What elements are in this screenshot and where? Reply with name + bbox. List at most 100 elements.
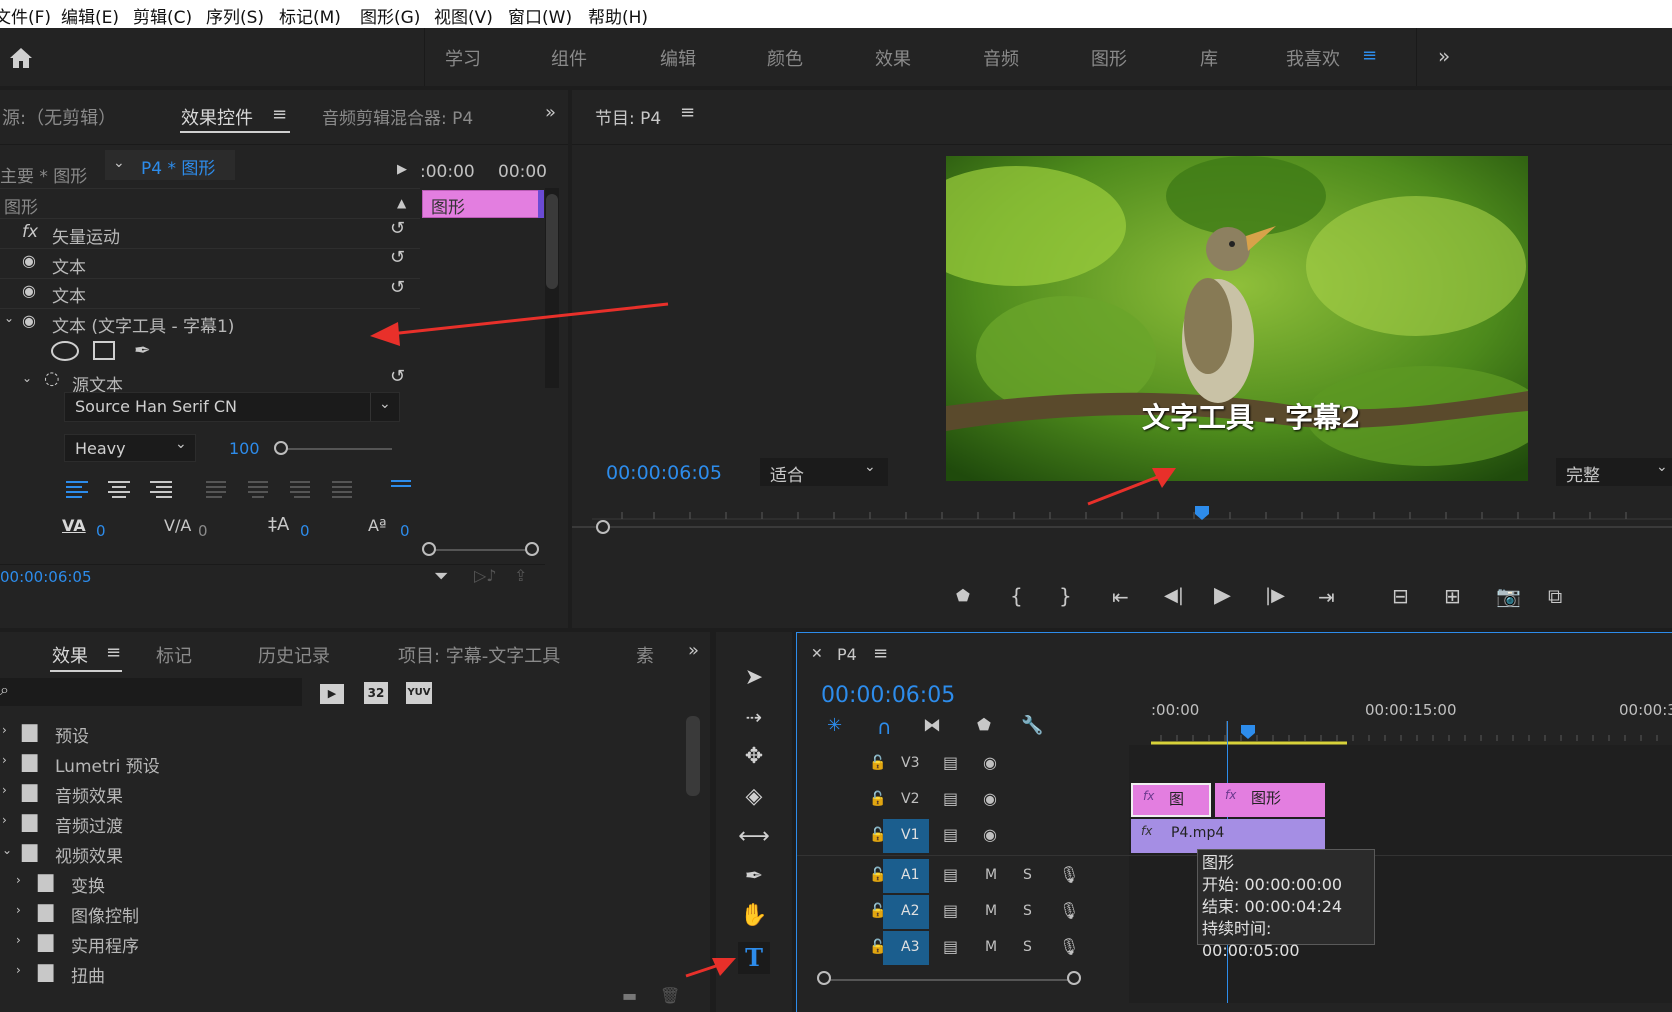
timeline-title[interactable]: P4: [837, 645, 857, 664]
accelerated-effects-icon[interactable]: ▶: [320, 684, 344, 704]
clip-bar[interactable]: 图形: [422, 190, 544, 218]
magnet-icon[interactable]: ∩: [877, 717, 892, 737]
timeline-zoom-right[interactable]: [1067, 971, 1081, 985]
program-timecode[interactable]: 00:00:06:05: [606, 462, 722, 484]
go-to-out-icon[interactable]: ⇥: [1318, 587, 1335, 607]
trash-icon[interactable]: 🗑: [660, 988, 680, 1004]
step-forward-icon[interactable]: |▶: [1265, 587, 1285, 605]
menu-edit[interactable]: 编辑(E): [61, 3, 119, 28]
solo-icon[interactable]: S: [1023, 867, 1032, 883]
play-triangle-icon[interactable]: ▶: [397, 163, 407, 176]
tree-item-transform[interactable]: › ▆ 变换: [0, 868, 680, 898]
row-text-1[interactable]: 文本: [52, 253, 86, 278]
fit-dropdown[interactable]: 适合 ⌄: [760, 458, 888, 486]
ws-tab-editing[interactable]: 编辑: [660, 45, 696, 71]
mute-icon[interactable]: M: [985, 903, 997, 919]
leading-value[interactable]: 0: [300, 522, 310, 540]
filter-icon[interactable]: ⏷: [434, 568, 448, 586]
font-size-slider[interactable]: [274, 441, 288, 455]
mute-icon[interactable]: M: [985, 867, 997, 883]
tab-markers[interactable]: 标记: [156, 642, 192, 668]
chevron-down-icon[interactable]: ⌄: [4, 312, 14, 324]
pen-mask-icon[interactable]: ✒: [134, 340, 151, 360]
stopwatch-icon[interactable]: ◌: [44, 370, 60, 388]
step-back-icon[interactable]: ◀|: [1164, 587, 1184, 605]
hand-tool-icon[interactable]: ✋: [738, 900, 770, 932]
reset-icon[interactable]: ↺: [390, 368, 405, 386]
tracking-value[interactable]: 0: [198, 522, 208, 540]
chevron-down-icon[interactable]: ⌄: [22, 372, 32, 384]
go-to-in-icon[interactable]: ⇤: [1112, 587, 1129, 607]
export-icon[interactable]: ⇪: [514, 568, 527, 584]
camera-icon[interactable]: 📷: [1496, 586, 1521, 606]
solo-icon[interactable]: S: [1023, 939, 1032, 955]
effect-controls-timecode[interactable]: 00:00:06:05: [0, 568, 92, 586]
play-audio-icon[interactable]: ▷♪: [474, 568, 497, 584]
mark-out-icon[interactable]: }: [1059, 586, 1072, 606]
linked-selection-icon[interactable]: ⧓: [923, 717, 941, 735]
slip-tool-icon[interactable]: ⟷: [738, 821, 770, 853]
rectangle-mask-icon[interactable]: [92, 340, 116, 362]
tree-item-lumetri-presets[interactable]: › ▆ Lumetri 预设: [0, 748, 680, 778]
tab-history[interactable]: 历史记录: [258, 642, 330, 668]
ripple-edit-tool-icon[interactable]: ✥: [738, 741, 770, 773]
tab-more[interactable]: 素: [636, 642, 654, 668]
row-vector-motion[interactable]: 矢量运动: [52, 223, 120, 248]
chevrons-right-icon[interactable]: »: [545, 104, 556, 122]
kerning-value[interactable]: 0: [96, 522, 106, 540]
add-marker-icon[interactable]: ⬟: [956, 588, 970, 604]
mark-in-icon[interactable]: {: [1010, 586, 1023, 606]
selection-tool-icon[interactable]: ➤: [738, 662, 770, 694]
ws-tab-effects[interactable]: 效果: [875, 45, 911, 71]
ws-tab-color[interactable]: 颜色: [767, 45, 803, 71]
wrench-icon[interactable]: 🔧: [1021, 717, 1043, 735]
microphone-icon[interactable]: 🎙: [1059, 937, 1079, 956]
zoom-handle-right[interactable]: [525, 542, 539, 556]
eye-icon[interactable]: ◉: [22, 253, 36, 269]
extract-icon[interactable]: ⊞: [1444, 586, 1461, 606]
close-icon[interactable]: ✕: [811, 647, 823, 661]
film-icon[interactable]: ▤: [943, 789, 958, 808]
chevrons-right-icon[interactable]: »: [688, 642, 699, 660]
tree-item-audio-transitions[interactable]: › ▆ 音频过渡: [0, 808, 680, 838]
eye-icon[interactable]: ◉: [983, 753, 997, 772]
yuv-effects-icon[interactable]: YUV: [406, 682, 432, 704]
clip-v2-graphic-1[interactable]: fx 图: [1131, 783, 1211, 817]
lift-icon[interactable]: ⊟: [1392, 586, 1409, 606]
track-label[interactable]: V2: [901, 791, 919, 807]
font-weight-dropdown[interactable]: Heavy ⌄: [64, 434, 196, 462]
menu-window[interactable]: 窗口(W): [508, 3, 572, 28]
tab-source[interactable]: 源:（无剪辑）: [2, 104, 116, 130]
microphone-icon[interactable]: 🎙: [1059, 901, 1079, 920]
track-select-tool-icon[interactable]: ⇢: [738, 701, 770, 733]
tab-audio-mixer[interactable]: 音频剪辑混合器: P4: [322, 104, 473, 129]
row-text-2[interactable]: 文本: [52, 282, 86, 307]
film-icon[interactable]: ▤: [943, 825, 958, 844]
lock-icon[interactable]: 🔓: [869, 755, 886, 771]
tree-item-video-effects[interactable]: ⌄ ▆ 视频效果: [0, 838, 680, 868]
ws-tab-graphics[interactable]: 图形: [1091, 45, 1127, 71]
caption-text[interactable]: 文字工具 - 字幕2: [1142, 396, 1361, 436]
eye-icon[interactable]: ◉: [22, 283, 36, 299]
tree-item-image-control[interactable]: › ▆ 图像控制: [0, 898, 680, 928]
timeline-zoom-left[interactable]: [817, 971, 831, 985]
eye-icon[interactable]: ◉: [22, 313, 36, 329]
menu-graphics[interactable]: 图形(G): [360, 3, 420, 28]
sequence-clip-selector[interactable]: ⌄ P4 * 图形: [105, 150, 235, 180]
ws-tab-audio[interactable]: 音频: [983, 45, 1019, 71]
program-title[interactable]: 节目: P4: [595, 104, 661, 129]
menu-lines-icon[interactable]: ≡: [680, 104, 695, 122]
menu-lines-icon[interactable]: ≡: [1362, 47, 1377, 65]
menu-sequence[interactable]: 序列(S): [206, 3, 264, 28]
film-icon[interactable]: ▤: [943, 865, 958, 884]
tree-item-presets[interactable]: › ▆ 预设: [0, 718, 680, 748]
timeline-ruler[interactable]: [1151, 721, 1672, 745]
home-icon[interactable]: [8, 46, 34, 70]
playhead-marker[interactable]: [1195, 506, 1209, 520]
clip-v2-graphic-2[interactable]: fx 图形: [1215, 783, 1325, 817]
baseline-value[interactable]: 0: [400, 522, 410, 540]
clip-main-label[interactable]: 主要 * 图形: [0, 162, 87, 187]
compare-view-icon[interactable]: ⧉: [1548, 586, 1562, 606]
menu-view[interactable]: 视图(V): [434, 3, 493, 28]
reset-icon[interactable]: ↺: [390, 249, 405, 267]
